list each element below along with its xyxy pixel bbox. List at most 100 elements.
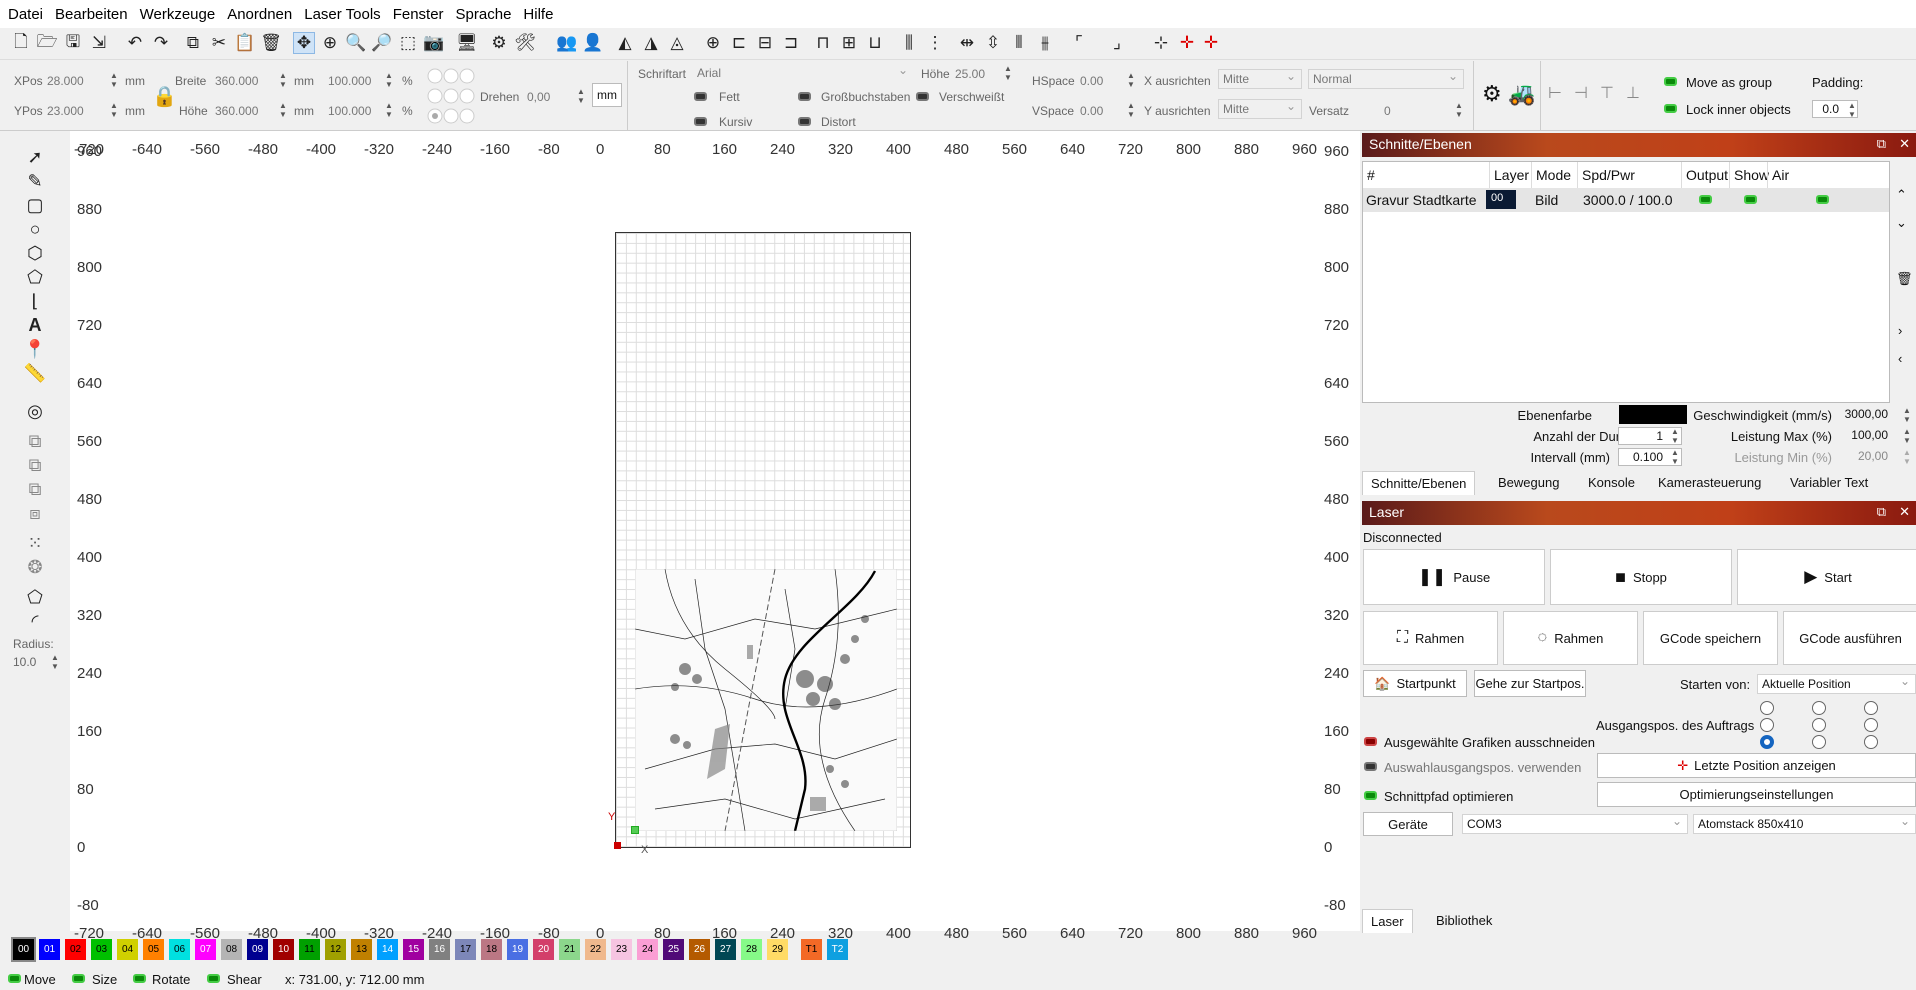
machine-select[interactable]: Atomstack 850x410 (1693, 814, 1916, 834)
geschwindigkeit-field[interactable]: 3000,00 (1836, 406, 1906, 424)
laser-position-icon[interactable]: ✛ (1200, 32, 1222, 54)
measure-tool-icon[interactable]: 📏 (22, 362, 48, 384)
palette-swatch-10[interactable]: 10 (273, 939, 294, 960)
origin-radio-tc[interactable] (1812, 701, 1826, 715)
radius-spinner[interactable]: ▲ ▼ (50, 653, 60, 671)
schnittpfad-toggle[interactable] (1364, 791, 1377, 800)
hoehe-field[interactable]: 360.000 (215, 104, 258, 118)
palette-swatch-29[interactable]: 29 (767, 939, 788, 960)
menu-sprache[interactable]: Sprache (450, 6, 518, 23)
corner-radius-icon[interactable]: ◜ (22, 610, 48, 632)
palette-swatch-24[interactable]: 24 (637, 939, 658, 960)
row-air-toggle[interactable] (1816, 195, 1829, 204)
open-file-icon[interactable]: 🗁 (36, 32, 58, 54)
laser-machine-icon[interactable]: 🚜 (1508, 81, 1535, 107)
palette-swatch-19[interactable]: 19 (507, 939, 528, 960)
close-panel-icon[interactable]: ✕ (1899, 136, 1910, 152)
origin-radio-bl[interactable] (1760, 735, 1774, 749)
origin-radio-mr[interactable] (1864, 718, 1878, 732)
delete-icon[interactable]: 🗑 (260, 32, 282, 54)
align-hcenter-icon[interactable]: ⊟ (754, 32, 776, 54)
palette-swatch-25[interactable]: 25 (663, 939, 684, 960)
export-icon[interactable]: ⇲ (88, 32, 110, 54)
frame-tool-icon[interactable]: ⌊ (22, 290, 48, 312)
drehen-spinner[interactable]: ▲ ▼ (576, 87, 586, 105)
verschweisst-toggle[interactable] (916, 92, 929, 101)
crosshair-icon[interactable]: ✛ (1176, 32, 1198, 54)
versatz-spinner[interactable]: ▲ ▼ (1454, 101, 1464, 119)
select-tool-icon[interactable]: ➚ (22, 146, 48, 168)
gehe-startpos-button[interactable]: Gehe zur Startpos. (1474, 670, 1586, 697)
palette-swatch-06[interactable]: 06 (169, 939, 190, 960)
palette-swatch-T2[interactable]: T2 (827, 939, 848, 960)
move-tool-icon[interactable]: ✥ (293, 32, 315, 54)
durchlaeufe-spinner[interactable]: ▲ ▼ (1670, 427, 1680, 445)
tab-bibliothek[interactable]: Bibliothek (1428, 909, 1500, 933)
drehen-field[interactable]: 0,00 (527, 90, 550, 104)
anchor-grid[interactable] (426, 67, 476, 125)
ypos-spinner[interactable]: ▲ ▼ (109, 101, 119, 119)
y-ausrichten-select[interactable]: Mitte (1218, 99, 1302, 119)
camera-icon[interactable]: 📷 (423, 32, 445, 54)
new-file-icon[interactable]: 🗋 (10, 32, 32, 54)
stopp-button[interactable]: ■ Stopp (1550, 549, 1732, 605)
polygon-tool-icon[interactable]: ⬡ (22, 242, 48, 264)
letzte-position-button[interactable]: ✛ Letzte Position anzeigen (1597, 753, 1916, 778)
unit-mm-button[interactable]: mm (592, 83, 622, 107)
align-objects-bottom-icon[interactable]: ⊥ (1626, 83, 1640, 103)
layer-color-swatch[interactable] (1619, 405, 1687, 424)
auswahlausgangspos-toggle[interactable] (1364, 762, 1377, 771)
palette-swatch-05[interactable]: 05 (143, 939, 164, 960)
offset-tool-icon[interactable]: ◎ (22, 400, 48, 422)
expand-right-icon[interactable]: › (1898, 323, 1902, 338)
align-center-icon[interactable]: ⊕ (702, 32, 724, 54)
leistung-min-spinner[interactable]: ▲ ▼ (1902, 448, 1912, 466)
palette-swatch-21[interactable]: 21 (559, 939, 580, 960)
row-show-toggle[interactable] (1744, 195, 1757, 204)
align-top-icon[interactable]: ⊓ (812, 32, 834, 54)
selection-handle[interactable] (631, 826, 639, 834)
palette-swatch-22[interactable]: 22 (585, 939, 606, 960)
text-mode-select[interactable]: Normal (1308, 69, 1464, 89)
origin-radio-bc[interactable] (1812, 735, 1826, 749)
zoom-out-icon[interactable]: 🔎 (371, 32, 393, 54)
rotate-toggle[interactable] (133, 974, 146, 983)
undo-icon[interactable]: ↶ (124, 32, 146, 54)
ausschneiden-toggle[interactable] (1364, 737, 1377, 746)
starten-von-select[interactable]: Aktuelle Position (1757, 674, 1916, 694)
same-width-icon[interactable]: ⇹ (956, 32, 978, 54)
boolean-subtract-icon[interactable]: ⧉ (22, 454, 48, 476)
x-ausrichten-select[interactable]: Mitte (1218, 69, 1302, 89)
origin-radio-mc[interactable] (1812, 718, 1826, 732)
tab-bewegung[interactable]: Bewegung (1490, 471, 1567, 495)
mirror-v-icon[interactable]: ◮ (640, 32, 662, 54)
flip-icon[interactable]: ◬ (666, 32, 688, 54)
dock-left-icon[interactable]: ⫴ (1008, 32, 1030, 54)
palette-swatch-11[interactable]: 11 (299, 939, 320, 960)
float-panel-icon[interactable]: ⧉ (1877, 136, 1886, 152)
palette-swatch-00[interactable]: 00 (11, 937, 36, 962)
hspace-spinner[interactable]: ▲ ▼ (1126, 71, 1136, 89)
font-select[interactable]: Arial (693, 63, 913, 84)
palette-swatch-T1[interactable]: T1 (801, 939, 822, 960)
menu-laser-tools[interactable]: Laser Tools (298, 6, 386, 23)
grid-array-icon[interactable]: ⁙ (22, 532, 48, 554)
geschwindigkeit-spinner[interactable]: ▲ ▼ (1902, 406, 1912, 424)
ypos-field[interactable]: 23.000 (47, 104, 84, 118)
kursiv-toggle[interactable] (694, 117, 707, 126)
zoom-frame-icon[interactable]: ⬚ (397, 32, 419, 54)
distribute-h-icon[interactable]: ⫼ (898, 32, 920, 54)
move-up-icon[interactable]: ⌃ (1896, 187, 1907, 203)
hoehe-spinner[interactable]: ▲ ▼ (278, 101, 288, 119)
palette-swatch-02[interactable]: 02 (65, 939, 86, 960)
leistung-max-spinner[interactable]: ▲ ▼ (1902, 427, 1912, 445)
row-output-toggle[interactable] (1699, 195, 1712, 204)
move-down-icon[interactable]: ⌄ (1896, 215, 1907, 231)
save-icon[interactable]: 🖫 (62, 32, 84, 54)
palette-swatch-18[interactable]: 18 (481, 939, 502, 960)
xpos-field[interactable]: 28.000 (47, 74, 84, 88)
palette-swatch-15[interactable]: 15 (403, 939, 424, 960)
vspace-field[interactable]: 0.00 (1080, 104, 1103, 118)
settings-gear-icon[interactable]: ⚙ (488, 32, 510, 54)
paste-icon[interactable]: 📋 (234, 32, 256, 54)
